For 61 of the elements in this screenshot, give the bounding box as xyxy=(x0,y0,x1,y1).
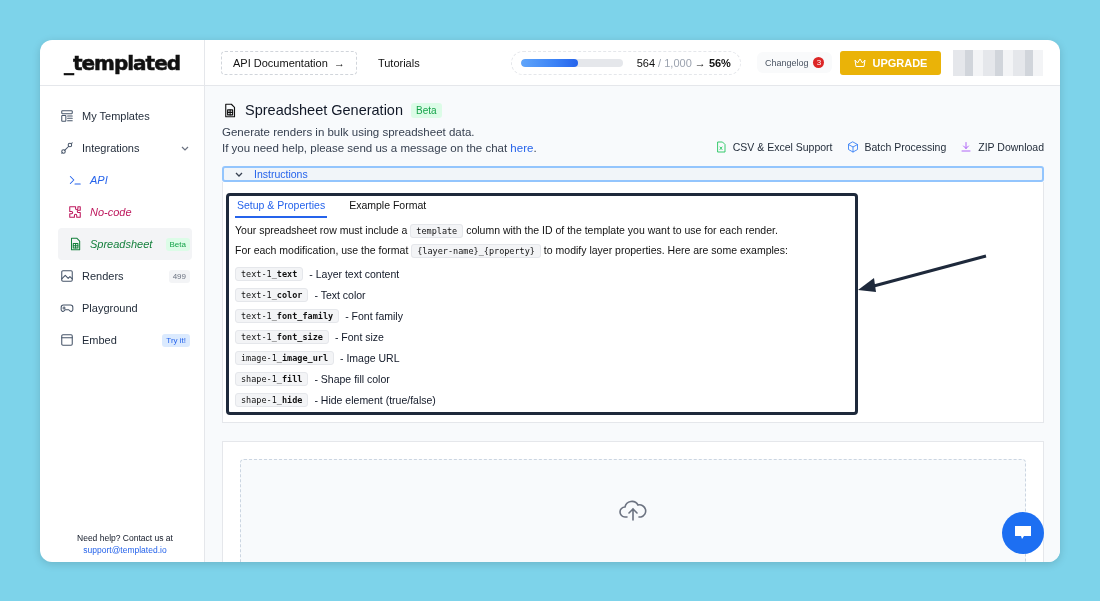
property-code: shape-1_hide xyxy=(235,392,309,407)
property-description: - Font family xyxy=(345,309,403,322)
feature-label: Batch Processing xyxy=(864,141,947,154)
feature-label: ZIP Download xyxy=(978,141,1044,154)
property-code: text-1_color xyxy=(235,287,309,302)
property-code: shape-1_fill xyxy=(235,371,309,386)
cube-icon xyxy=(846,141,859,154)
sidebar-item[interactable]: API xyxy=(58,164,192,196)
property-code: text-1_font_family xyxy=(235,308,340,323)
page-title: Spreadsheet Generation xyxy=(245,102,403,118)
changelog-button[interactable]: Changelog 3 xyxy=(756,52,833,73)
changelog-count: 3 xyxy=(813,57,825,68)
property-code: image-1_image_url xyxy=(235,350,334,365)
nav-badge: Beta xyxy=(165,237,190,251)
beta-badge: Beta xyxy=(411,102,442,118)
help-message: If you need help, please send us a message on the chat here. xyxy=(222,141,537,157)
sheet-icon xyxy=(68,237,82,251)
property-description: - Layer text content xyxy=(309,267,400,280)
help-text: Need help? Contact us at support@templated.io xyxy=(58,533,192,556)
avatar-placeholder[interactable] xyxy=(953,49,1044,76)
window-icon xyxy=(60,333,74,347)
nav-badge: Try it! xyxy=(162,333,190,347)
property-description: - Shape fill color xyxy=(314,372,390,385)
property-description: - Text color xyxy=(314,288,366,301)
feature-label: CSV & Excel Support xyxy=(732,141,833,154)
gamepad-icon xyxy=(60,301,74,315)
instruction-text: For each modification, use the format {layer-name}_{property} to modify layer properties. Here are some examples: xyxy=(235,243,789,258)
usage-text: 564 / 1,000 → 56% xyxy=(636,56,731,69)
nav-badge: 499 xyxy=(168,269,190,283)
logo[interactable]: _templated xyxy=(63,50,181,75)
puzzle-icon xyxy=(68,205,82,219)
file-icon xyxy=(714,141,727,154)
sidebar-item[interactable]: My Templates xyxy=(58,100,192,132)
document-icon xyxy=(222,102,237,118)
cloud-upload-icon xyxy=(618,498,648,523)
property-description: - Image URL xyxy=(340,351,400,364)
sidebar-item[interactable]: No-code xyxy=(58,196,192,228)
description: Generate renders in bulk using spreadsheet data. xyxy=(222,125,476,140)
plug-icon xyxy=(60,141,74,155)
chat-icon xyxy=(1014,525,1032,541)
instructions-toggle[interactable]: Instructions xyxy=(222,166,1044,183)
terminal-icon xyxy=(68,173,82,187)
property-code: text-1_font_size xyxy=(235,329,329,344)
sidebar-item[interactable]: Integrations xyxy=(58,132,192,164)
property-description: - Hide element (true/false) xyxy=(314,393,436,406)
sidebar-item[interactable]: Playground xyxy=(58,292,192,324)
property-description: - Font size xyxy=(334,330,384,343)
sidebar-item[interactable]: Embed Try it! xyxy=(58,324,192,356)
support-email-link[interactable]: support@templated.io xyxy=(58,544,192,556)
templates-icon xyxy=(60,109,74,123)
crown-icon xyxy=(854,57,867,68)
tab[interactable]: Setup & Properties xyxy=(235,196,328,219)
property-code: text-1_text xyxy=(235,266,304,281)
docs-link[interactable]: API Documentation → xyxy=(221,50,357,75)
sidebar-item[interactable]: Renders 499 xyxy=(58,260,192,292)
instruction-text: Your spreadsheet row must include a template column with the ID of the template you want to use for each render. xyxy=(235,224,779,238)
image-icon xyxy=(60,269,74,283)
tab[interactable]: Example Format xyxy=(347,196,429,219)
tutorials-link[interactable]: Tutorials xyxy=(372,51,425,74)
download-icon xyxy=(960,141,973,154)
sidebar-item[interactable]: Spreadsheet Beta xyxy=(58,228,192,260)
